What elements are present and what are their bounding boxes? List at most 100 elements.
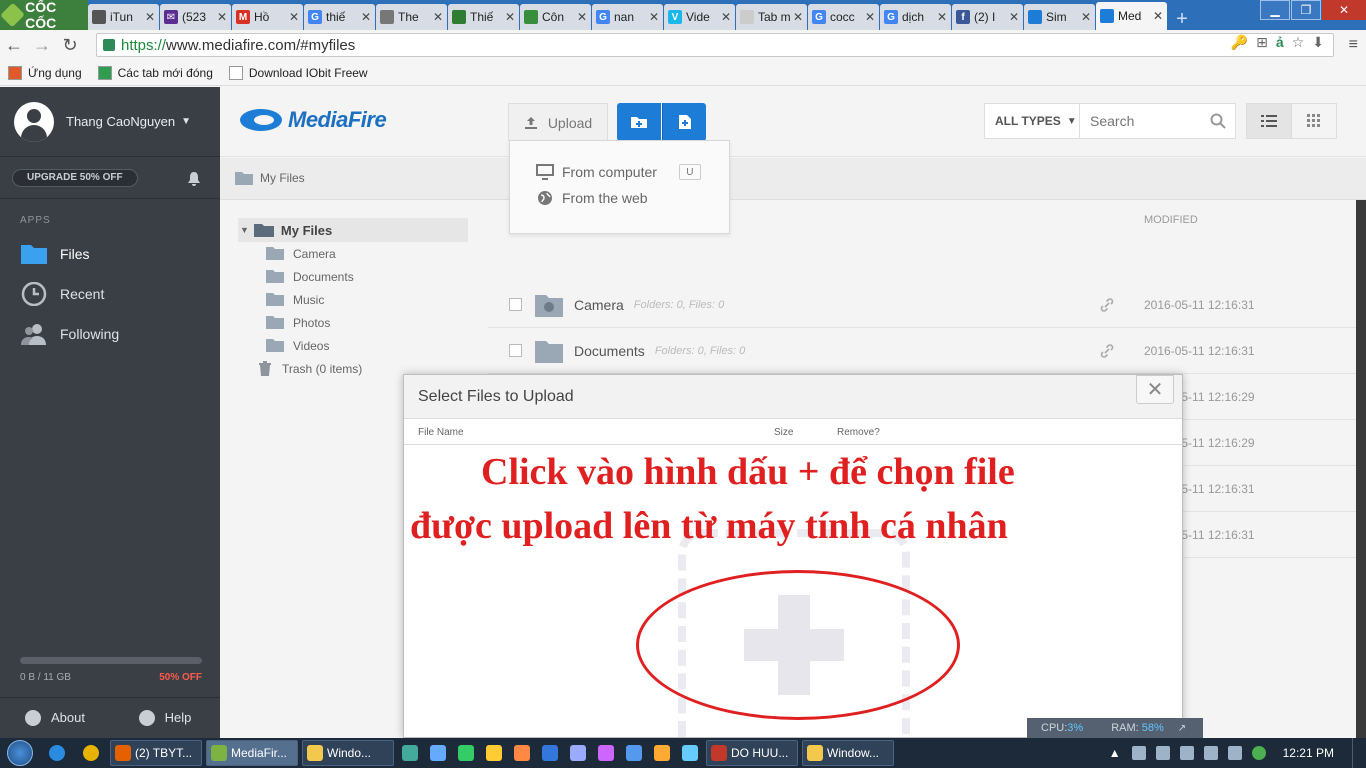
browser-tab[interactable]: Sim ✕ [1024,4,1095,30]
tab-close-icon[interactable]: ✕ [1081,10,1091,24]
taskbar-ie-icon[interactable] [42,740,72,766]
taskbar-app[interactable]: DO HUU... [706,740,798,766]
tab-close-icon[interactable]: ✕ [145,10,155,24]
minimize-button[interactable]: ▁ [1260,0,1290,20]
tab-close-icon[interactable]: ✕ [289,10,299,24]
vietnamese-input-icon[interactable]: ả [1276,34,1284,51]
taskbar-pinned-icon[interactable] [510,740,534,766]
taskbar-pinned-icon[interactable] [650,740,674,766]
browser-tab[interactable]: Med ✕ [1096,2,1167,30]
tab-close-icon[interactable]: ✕ [937,10,947,24]
download-icon[interactable]: ⬇ [1312,34,1324,51]
taskbar-app[interactable]: Window... [802,740,894,766]
share-link-icon[interactable] [1100,297,1114,312]
upload-from-computer[interactable]: From computer U [510,159,729,185]
browser-tab[interactable]: ✉ (523 ✕ [160,4,231,30]
upload-from-web[interactable]: From the web [510,185,729,211]
clock[interactable]: 12:21 PM [1283,746,1334,760]
tab-close-icon[interactable]: ✕ [1009,10,1019,24]
browser-tab[interactable]: Gdịch ✕ [880,4,951,30]
list-view-button[interactable] [1246,103,1292,139]
url-field[interactable]: https:// www.mediafire.com/#myfiles [96,33,1334,57]
taskbar-pinned-icon[interactable] [398,740,422,766]
tray-arrow-icon[interactable]: ▲ [1109,746,1121,760]
sidebar-item-recent[interactable]: Recent [0,274,220,314]
tab-close-icon[interactable]: ✕ [433,10,443,24]
storage-offer[interactable]: 50% OFF [159,672,202,683]
security-icon[interactable] [1251,746,1266,760]
bookmark-item[interactable]: Các tab mới đóng [97,65,213,80]
taskbar-pinned-icon[interactable] [594,740,618,766]
bookmark-item[interactable]: Download IObit Freew [228,65,368,80]
tab-close-icon[interactable]: ✕ [577,10,587,24]
browser-tab[interactable]: Tab mớ✕ [736,4,807,30]
start-button[interactable] [0,738,40,768]
browser-menu-icon[interactable]: ≡ [1349,36,1358,54]
taskbar-pinned-icon[interactable] [566,740,590,766]
taskbar-app[interactable]: Windo... [302,740,394,766]
tree-item[interactable]: Photos [238,311,468,334]
tree-root[interactable]: ▼ My Files [238,218,468,242]
file-type-filter[interactable]: ALL TYPES ▼ [984,103,1080,139]
new-file-button[interactable] [662,103,706,141]
tree-item[interactable]: Camera [238,242,468,265]
taskbar-pinned-icon[interactable] [482,740,506,766]
browser-tab[interactable]: Gnan ✕ [592,4,663,30]
tab-close-icon[interactable]: ✕ [865,10,875,24]
show-desktop-button[interactable] [1352,738,1366,768]
row-checkbox[interactable] [509,298,522,311]
tree-item[interactable]: Videos [238,334,468,357]
new-tab-button[interactable]: + [1168,8,1196,30]
tab-close-icon[interactable]: ✕ [217,10,227,24]
browser-tab[interactable]: The ✕ [376,4,447,30]
upload-button[interactable]: Upload [508,103,608,141]
help-button[interactable]: Help [110,698,220,737]
breadcrumb-item[interactable]: My Files [234,170,305,186]
tree-item[interactable]: Music [238,288,468,311]
bookmark-item[interactable]: Ứng dụng [8,65,82,80]
tab-close-icon[interactable]: ✕ [361,10,371,24]
translate-icon[interactable]: ⊞ [1256,34,1268,51]
browser-tab[interactable]: V Vide ✕ [664,4,735,30]
taskbar-pinned-icon[interactable] [454,740,478,766]
dialog-close-button[interactable]: ✕ [1136,375,1174,404]
user-menu[interactable]: Thang CaoNguyen ▼ [0,87,220,157]
file-row[interactable]: Documents Folders: 0, Files: 0 2016-05-11 … [488,328,1356,374]
grid-view-button[interactable] [1291,103,1337,139]
browser-tab[interactable]: Côn ✕ [520,4,591,30]
forward-button[interactable]: → [28,35,56,56]
signal-icon[interactable] [1227,746,1242,760]
taskbar-app[interactable]: (2) TBYT... [110,740,202,766]
search-input[interactable] [1090,113,1210,129]
tab-close-icon[interactable]: ✕ [505,10,515,24]
close-window-button[interactable]: ✕ [1322,0,1366,20]
system-monitor-widget[interactable]: CPU: 3% RAM: 58% ↗ [1027,718,1203,738]
bell-icon[interactable] [186,171,202,187]
maximize-button[interactable]: ❐ [1291,0,1321,20]
taskbar-pinned-icon[interactable] [622,740,646,766]
file-name[interactable]: Camera [574,297,624,313]
taskbar-pinned-icon[interactable] [678,740,702,766]
taskbar-chrome-icon[interactable] [76,740,106,766]
row-checkbox[interactable] [509,344,522,357]
scrollbar[interactable] [1356,200,1366,738]
file-row[interactable]: Camera Folders: 0, Files: 0 2016-05-11 12:… [488,282,1356,328]
sidebar-item-following[interactable]: Following [0,314,220,354]
about-button[interactable]: About [0,698,110,737]
file-name[interactable]: Documents [574,343,645,359]
tab-close-icon[interactable]: ✕ [649,10,659,24]
upgrade-button[interactable]: UPGRADE 50% OFF [12,168,138,187]
search-icon[interactable] [1210,113,1226,129]
new-folder-button[interactable] [617,103,661,141]
key-icon[interactable]: 🔑 [1231,34,1248,51]
browser-brand[interactable]: CỐC CỐC [0,0,88,31]
bookmark-star-icon[interactable]: ☆ [1292,34,1305,51]
mediafire-logo[interactable]: MediaFire [240,107,387,133]
browser-tab[interactable]: Thiế ✕ [448,4,519,30]
tab-close-icon[interactable]: ✕ [1153,9,1163,23]
tab-close-icon[interactable]: ✕ [793,10,803,24]
tray-icon[interactable] [1131,746,1146,760]
browser-tab[interactable]: Gcocc ✕ [808,4,879,30]
back-button[interactable]: ← [0,35,28,56]
expand-arrow-icon[interactable]: ▼ [240,225,249,235]
